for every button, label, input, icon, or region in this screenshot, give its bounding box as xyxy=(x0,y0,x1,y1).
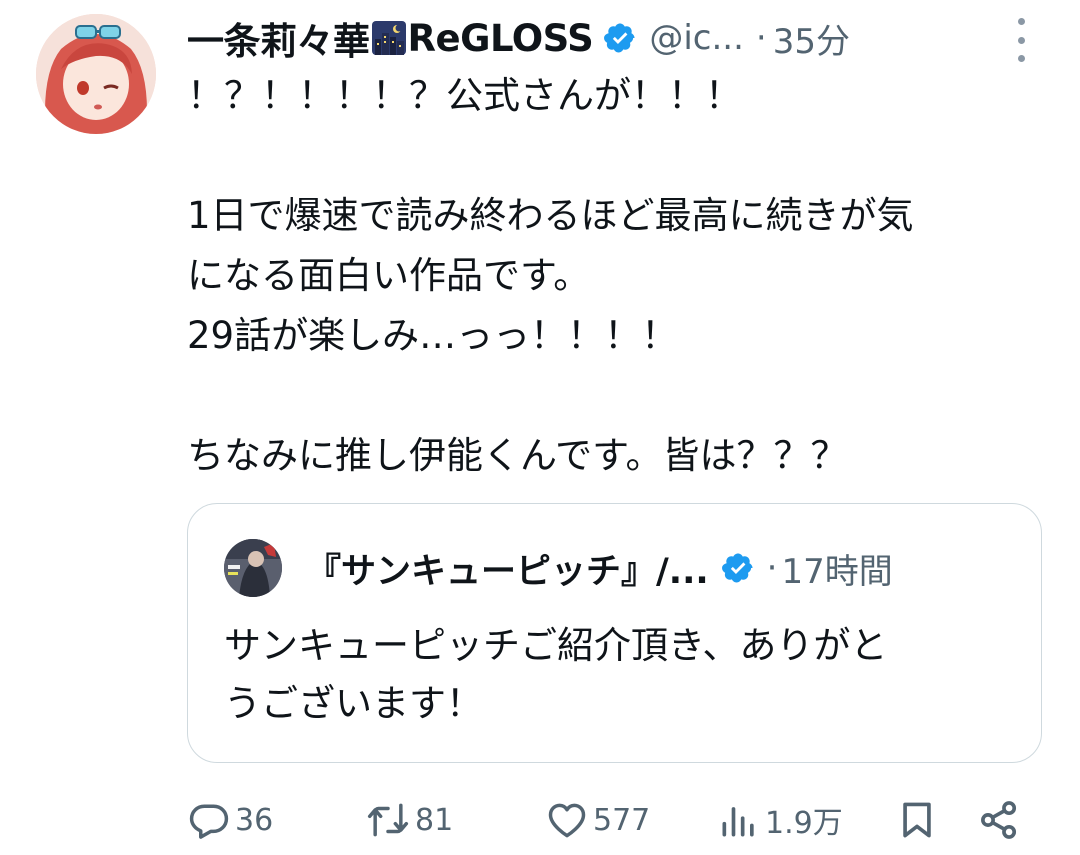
views-button[interactable]: 1.9万 xyxy=(717,790,843,850)
tweet-header: 一条莉々華 ReGLOSS @ic... · 35分 xyxy=(187,8,1030,68)
reply-button[interactable]: 36 xyxy=(187,790,273,850)
reply-icon xyxy=(187,798,231,842)
quoted-display-name[interactable]: 『サンキューピッチ』/... xyxy=(306,543,709,594)
separator-dot: · xyxy=(755,18,767,58)
tweet-line: 1日で爆速で読み終わるほど最高に続きが気 xyxy=(187,194,914,237)
quoted-tweet[interactable]: 『サンキューピッチ』/... · 17時間 サンキューピッチご紹介頂き、ありがと… xyxy=(187,503,1042,763)
tweet: 一条莉々華 ReGLOSS @ic... · 35分 ！？！！！！？公式さんが！… xyxy=(0,0,1080,855)
tweet-time[interactable]: 35分 xyxy=(773,14,850,63)
tweet-line: ちなみに推し伊能くんです。皆は？？？ xyxy=(187,434,848,477)
separator-dot: · xyxy=(766,548,778,588)
like-button[interactable]: 577 xyxy=(545,790,650,850)
author-handle[interactable]: @ic... xyxy=(649,18,744,58)
like-count: 577 xyxy=(593,802,651,838)
quoted-tweet-text: サンキューピッチご紹介頂き、ありがと うございます！ xyxy=(224,617,1014,733)
tweet-text: ！？！！！！？公式さんが！！！ 1日で爆速で読み終わるほど最高に続きが気 になる… xyxy=(187,66,1047,486)
bookmark-icon xyxy=(895,798,939,842)
action-bar: 36 81 577 1.9万 xyxy=(187,790,1037,850)
tweet-line: ！？！！！！？公式さんが！！！ xyxy=(187,74,742,117)
heart-icon xyxy=(545,798,589,842)
quoted-tweet-time[interactable]: 17時間 xyxy=(781,544,892,593)
display-name[interactable]: 一条莉々華 xyxy=(187,11,370,65)
views-icon xyxy=(717,798,761,842)
name-suffix[interactable]: ReGLOSS xyxy=(408,17,594,60)
quoted-tweet-header: 『サンキューピッチ』/... · 17時間 xyxy=(224,534,1001,602)
retweet-button[interactable]: 81 xyxy=(365,790,453,850)
share-button[interactable] xyxy=(977,790,1021,850)
more-options-icon[interactable] xyxy=(1010,18,1032,62)
share-icon xyxy=(977,798,1021,842)
tweet-line: 29話が楽しみ…っっ！！！！ xyxy=(187,314,679,357)
verified-badge-icon xyxy=(721,551,755,585)
quoted-line: サンキューピッチご紹介頂き、ありがと xyxy=(224,624,888,667)
quoted-line: うございます！ xyxy=(224,682,483,725)
quoted-avatar[interactable] xyxy=(224,539,282,597)
retweet-count: 81 xyxy=(415,802,454,838)
avatar[interactable] xyxy=(36,14,156,134)
reply-count: 36 xyxy=(235,802,274,838)
tweet-line: になる面白い作品です。 xyxy=(187,254,591,297)
bookmark-button[interactable] xyxy=(895,790,939,850)
retweet-icon xyxy=(365,798,411,842)
view-count: 1.9万 xyxy=(765,806,843,841)
verified-badge-icon xyxy=(603,21,637,55)
night-city-emoji-icon xyxy=(371,21,406,55)
